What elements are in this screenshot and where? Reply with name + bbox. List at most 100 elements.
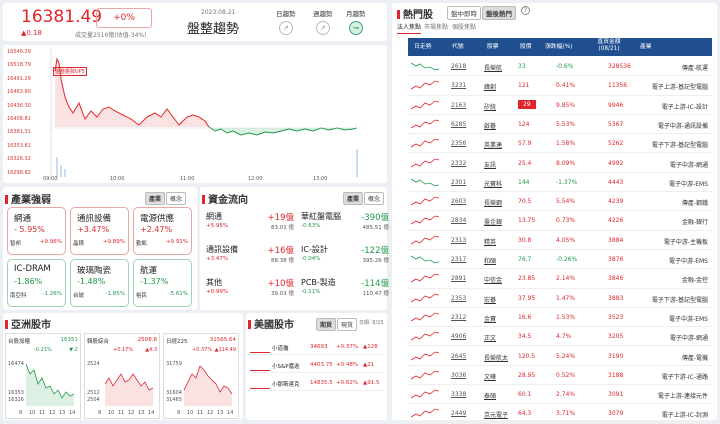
asia-market-chart[interactable]: 韓股綜合 2508.8 +0.17% ▲4.3 2524 2512 2504 9 10 11 12 1… xyxy=(84,333,160,419)
flow-tab-concept[interactable]: 概念 xyxy=(364,192,385,205)
us-index-row[interactable]: 小道瓊 34693 +0.37% ▲128 xyxy=(248,341,384,355)
help-icon[interactable]: ? xyxy=(521,6,530,15)
table-header-cell[interactable]: 股價 xyxy=(520,44,532,51)
table-row[interactable]: 4906 正文 34.5 4.7% 3205 電子中游-網通 xyxy=(408,327,712,347)
table-row[interactable]: 2356 英業達 57.9 1.58% 5262 電子下游-基記型電腦 xyxy=(408,134,712,154)
table-row[interactable]: 2332 友訊 25.4 8.09% 4992 電子中游-網通 xyxy=(408,154,712,173)
flow-item[interactable]: 網通 +5.95% +19億 83.01 億 xyxy=(206,209,294,239)
us-index-row[interactable]: 小那斯達克 14835.5 +0.62% ▲91.5 xyxy=(248,377,384,391)
stock-name[interactable]: 啟碁 xyxy=(484,121,496,130)
industry-card[interactable]: 航運 -1.37% 裕民 -5.61% xyxy=(133,259,192,307)
stock-code[interactable]: 2356 xyxy=(451,140,466,147)
table-header-cell[interactable]: 股票 xyxy=(487,44,499,51)
hot-tab-after-hours[interactable]: 盤後熱門 xyxy=(482,6,516,20)
flow-item[interactable]: PCB-製造 -0.11% -114億 110.47 億 xyxy=(301,275,389,305)
table-row[interactable]: 2317 和碩 76.7 -0.26% 3876 電子中游-EMS xyxy=(408,250,712,270)
stock-name[interactable]: 泰碩 xyxy=(484,391,496,400)
stock-code[interactable]: 3036 xyxy=(451,372,466,379)
stock-name[interactable]: 和碩 xyxy=(484,256,496,265)
industry-card[interactable]: 電源供應 +2.47% 勤凱 +9.91% xyxy=(133,207,192,255)
stock-name[interactable]: 金寶 xyxy=(484,314,496,323)
stock-name[interactable]: 長榮航 xyxy=(484,63,502,72)
sub-tab-market[interactable]: 市場焦點 xyxy=(424,22,448,31)
stock-name[interactable]: 長榮航太 xyxy=(484,353,508,362)
stock-code[interactable]: 2301 xyxy=(451,179,466,186)
flow-item[interactable]: 華紅盤電腦 -0.63% -390億 485.51 億 xyxy=(301,209,389,239)
hot-tab-intraday[interactable]: 盤中即時 xyxy=(447,6,481,20)
table-row[interactable]: 2312 金寶 16.6 1.53% 3523 電子中游-EMS xyxy=(408,308,712,328)
stock-code[interactable]: 4906 xyxy=(451,333,466,340)
table-row[interactable]: 2353 宏碁 37.95 1.47% 3883 電子下游-基記型電腦 xyxy=(408,289,712,308)
industry-card[interactable]: 通訊設備 +3.47% 晶鎂 +9.89% xyxy=(70,207,129,255)
stock-name[interactable]: 文曄 xyxy=(484,372,496,381)
stock-code[interactable]: 6285 xyxy=(451,121,466,128)
table-row[interactable]: 6285 啟碁 124 5.53% 5367 電子中游-通訊設備 xyxy=(408,115,712,135)
table-row[interactable]: 2301 光寶科 144 -1.37% 4443 電子中游-EMS xyxy=(408,173,712,193)
table-header-cell[interactable]: 直資金額 (08/21) xyxy=(589,39,629,53)
stock-code[interactable]: 2449 xyxy=(451,410,466,417)
stock-name[interactable]: 矽統 xyxy=(484,102,496,111)
table-row[interactable]: 2891 中信金 23.85 2.14% 3846 金融-金控 xyxy=(408,269,712,289)
table-header-cell[interactable]: 產業 xyxy=(640,44,652,51)
stock-name[interactable]: 宏碁 xyxy=(484,295,496,304)
stock-price: 28.95 xyxy=(518,371,536,379)
stock-name[interactable]: 精英 xyxy=(484,237,496,246)
stock-code[interactable]: 2313 xyxy=(451,237,466,244)
stock-price: 60.1 xyxy=(518,391,532,399)
stock-industry: 傳產-鋼鐵 xyxy=(681,200,708,208)
asia-market-chart[interactable]: 台股加權 16351 -0.21% ▼-2 16474 16353 16326 9 10 11 12… xyxy=(5,333,81,419)
industry-tab-industry[interactable]: 產業 xyxy=(145,192,166,205)
industry-card[interactable]: 玻璃陶瓷 -1.48% 台玻 -1.85% xyxy=(70,259,129,307)
flow-item[interactable]: 通訊設備 +3.47% +16億 88.38 億 xyxy=(206,242,294,272)
stock-name[interactable]: 京元電子 xyxy=(484,410,508,419)
table-row[interactable]: 3036 文曄 28.95 0.52% 3188 電子下游-IC-通路 xyxy=(408,366,712,386)
industry-tab-concept[interactable]: 概念 xyxy=(166,192,187,205)
stock-code[interactable]: 2891 xyxy=(451,275,466,282)
flow-item[interactable]: IC-設計 -0.04% -122億 395.26 億 xyxy=(301,242,389,272)
industry-card[interactable]: IC-DRAM -1.86% 南亞科 -1.26% xyxy=(7,259,66,307)
stock-name[interactable]: 友訊 xyxy=(484,160,496,169)
weekly-trend-button[interactable]: 週趨勢 ↗ xyxy=(313,8,333,35)
stock-name[interactable]: 英業達 xyxy=(484,140,502,149)
us-tab-futures[interactable]: 期貨 xyxy=(316,318,337,331)
stock-name[interactable]: 緯創 xyxy=(484,82,496,91)
stock-name[interactable]: 長榮鋼 xyxy=(484,198,502,207)
stock-name[interactable]: 中信金 xyxy=(484,275,502,284)
flow-tab-industry[interactable]: 產業 xyxy=(343,192,364,205)
industry-card[interactable]: 網通 - 5.95% 智邦 +9.96% xyxy=(7,207,66,255)
table-row[interactable]: 2603 長榮鋼 70.5 5.54% 4239 傳產-鋼鐵 xyxy=(408,192,712,212)
stock-code[interactable]: 2332 xyxy=(451,160,466,167)
stock-name[interactable]: 臺企銀 xyxy=(484,217,502,226)
table-row[interactable]: 2834 臺企銀 13.75 0.73% 4226 金融-銀行 xyxy=(408,211,712,231)
table-header-cell[interactable]: 漲跌幅(%) xyxy=(545,44,572,51)
stock-code[interactable]: 2163 xyxy=(451,102,466,109)
stock-code[interactable]: 3338 xyxy=(451,391,466,398)
monthly-trend-button[interactable]: 月趨勢 ↝ xyxy=(346,8,366,35)
us-index-row[interactable]: 小S&P嘉逝 4403.75 +0.48% ▲21 xyxy=(248,359,384,373)
flow-item[interactable]: 其他 +0.99% +10億 39.03 億 xyxy=(206,275,294,305)
table-row[interactable]: 2645 長榮航太 120.5 5.24% 3190 傳產-電機 xyxy=(408,347,712,366)
table-row[interactable]: 2449 京元電子 64.3 3.71% 3079 電子上游-IC-封測 xyxy=(408,404,712,424)
sub-tab-institutional[interactable]: 法人焦點 xyxy=(397,22,422,34)
us-tab-spot[interactable]: 現貨 xyxy=(337,318,358,331)
stock-name[interactable]: 正文 xyxy=(484,333,496,342)
index-volume: 成交量2516億(估值-34%) xyxy=(75,32,147,39)
table-header-cell[interactable]: 代號 xyxy=(452,44,464,51)
table-row[interactable]: 2163 矽統 29 9.85% 9946 電子上游-IC-設計 xyxy=(408,96,712,115)
stock-code[interactable]: 2353 xyxy=(451,295,466,302)
stock-name[interactable]: 光寶科 xyxy=(484,179,502,188)
table-row[interactable]: 2313 精英 30.8 4.05% 3884 電子中游-主機板 xyxy=(408,231,712,250)
stock-code[interactable]: 2317 xyxy=(451,256,466,263)
stock-code[interactable]: 2603 xyxy=(451,198,466,205)
stock-code[interactable]: 2834 xyxy=(451,217,466,224)
asia-market-chart[interactable]: 日經225 31565.64 +0.37% ▲114.49 31759 31604 3146… xyxy=(163,333,239,419)
table-row[interactable]: 3231 緯創 121 0.41% 11356 電子上游-基記型電腦 xyxy=(408,76,712,96)
stock-code[interactable]: 2312 xyxy=(451,314,466,321)
stock-code[interactable]: 2645 xyxy=(451,353,466,360)
daily-trend-button[interactable]: 日趨勢 ↗ xyxy=(276,8,296,35)
sub-tab-stock[interactable]: 個股焦點 xyxy=(452,22,476,31)
table-row[interactable]: 3338 泰碩 60.1 2.74% 3091 電子上游-連接元件 xyxy=(408,385,712,405)
stock-code[interactable]: 2618 xyxy=(451,63,466,70)
table-row[interactable]: 2618 長榮航 33 -0.6% 328536 傳產-航運 xyxy=(408,57,712,77)
stock-code[interactable]: 3231 xyxy=(451,82,466,89)
